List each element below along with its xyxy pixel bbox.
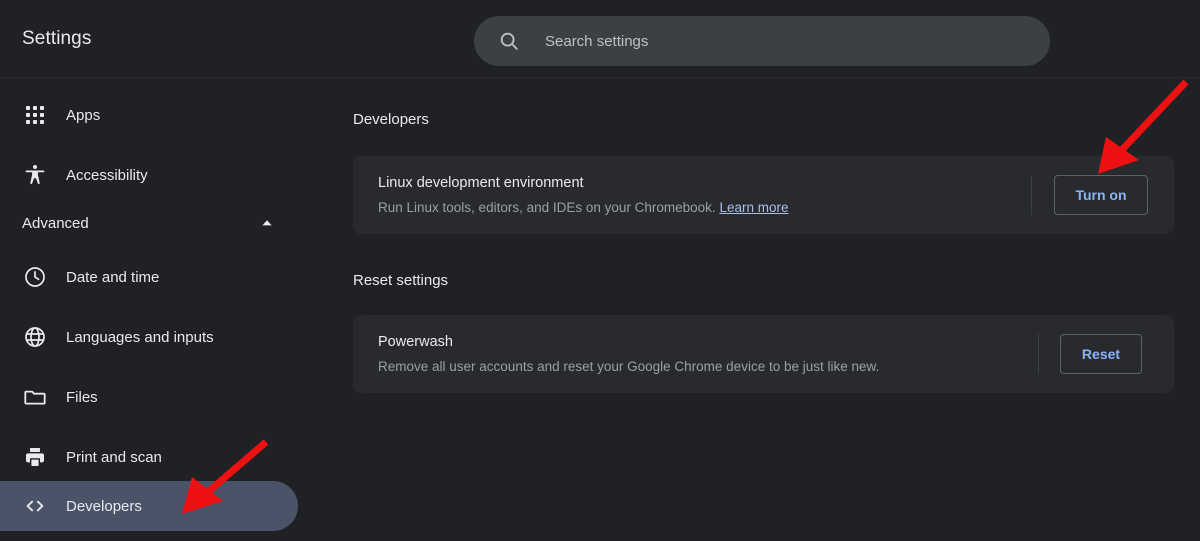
sidebar-group-advanced[interactable]: Advanced: [0, 203, 298, 243]
learn-more-link[interactable]: Learn more: [719, 200, 788, 215]
sidebar-item-label: Print and scan: [66, 448, 162, 466]
folder-icon: [22, 384, 48, 410]
chevron-up-icon[interactable]: [256, 212, 278, 234]
search-placeholder: Search settings: [545, 32, 649, 50]
sidebar-group-label: Advanced: [22, 214, 89, 232]
apps-grid-icon: [22, 102, 48, 128]
sidebar-item-developers[interactable]: Developers: [0, 481, 298, 531]
card-title: Powerwash: [378, 334, 453, 350]
page-title: Settings: [22, 28, 92, 49]
sidebar-item-accessibility[interactable]: Accessibility: [0, 150, 298, 200]
reset-button[interactable]: Reset: [1060, 334, 1142, 374]
app-header: Settings Search settings: [0, 0, 1200, 78]
card-text-block: Linux development environment Run Linux …: [378, 173, 788, 217]
sidebar-nav: Apps Accessibility Advanced Date and tim…: [0, 78, 330, 541]
printer-icon: [22, 444, 48, 470]
section-title-reset-settings: Reset settings: [353, 272, 449, 289]
card-title: Linux development environment: [378, 175, 584, 191]
sidebar-item-apps[interactable]: Apps: [0, 90, 298, 140]
sidebar-item-label: Languages and inputs: [66, 328, 214, 346]
card-description: Run Linux tools, editors, and IDEs on yo…: [378, 198, 788, 217]
card-powerwash: Powerwash Remove all user accounts and r…: [353, 315, 1174, 393]
card-divider: [1031, 175, 1032, 215]
sidebar-item-print-and-scan[interactable]: Print and scan: [0, 432, 298, 482]
card-description-text: Run Linux tools, editors, and IDEs on yo…: [378, 200, 720, 215]
sidebar-item-label: Accessibility: [66, 166, 148, 184]
main-content: Developers Linux development environment…: [330, 78, 1200, 541]
card-linux-development-environment: Linux development environment Run Linux …: [353, 156, 1174, 234]
code-brackets-icon: [22, 493, 48, 519]
globe-icon: [22, 324, 48, 350]
card-text-block: Powerwash Remove all user accounts and r…: [378, 332, 879, 376]
turn-on-button[interactable]: Turn on: [1054, 175, 1148, 215]
sidebar-item-label: Developers: [66, 497, 142, 515]
sidebar-item-languages-and-inputs[interactable]: Languages and inputs: [0, 312, 298, 362]
sidebar-item-label: Files: [66, 388, 98, 406]
card-divider: [1038, 334, 1039, 374]
card-description: Remove all user accounts and reset your …: [378, 359, 880, 374]
sidebar-item-date-and-time[interactable]: Date and time: [0, 252, 298, 302]
accessibility-person-icon: [22, 162, 48, 188]
search-input[interactable]: Search settings: [474, 16, 1050, 66]
sidebar-item-files[interactable]: Files: [0, 372, 298, 422]
clock-icon: [22, 264, 48, 290]
sidebar-item-label: Date and time: [66, 268, 160, 286]
search-icon: [498, 30, 520, 52]
sidebar-item-label: Apps: [66, 106, 101, 124]
section-title-developers: Developers: [353, 111, 429, 128]
